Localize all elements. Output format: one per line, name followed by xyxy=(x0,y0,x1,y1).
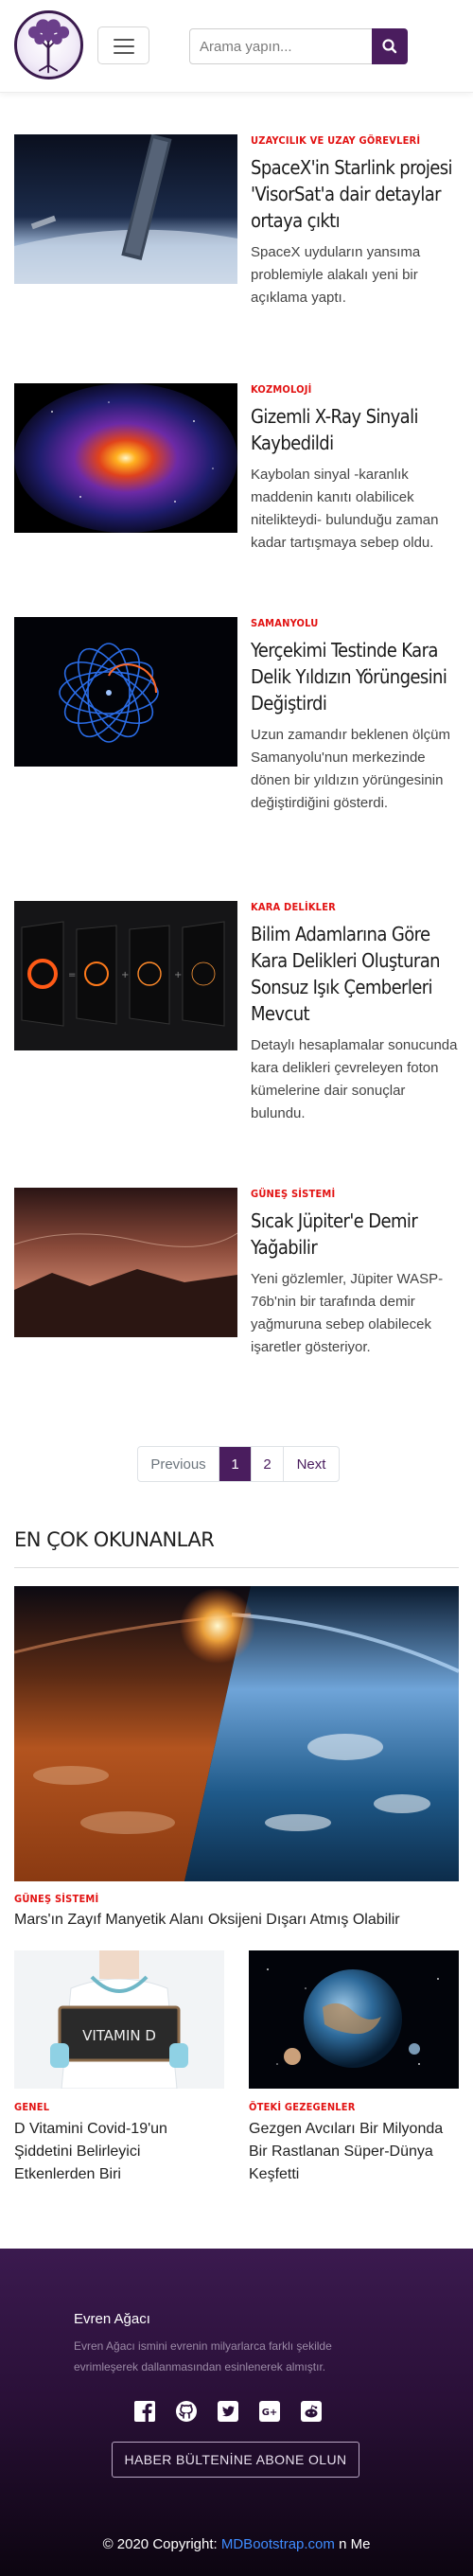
super-earth-image xyxy=(249,1950,459,2089)
copyright-prefix: © 2020 Copyright: xyxy=(102,2536,221,2552)
most-read-image[interactable] xyxy=(249,1950,459,2089)
svg-text:+: + xyxy=(121,970,129,980)
pagination-next[interactable]: Next xyxy=(284,1447,339,1481)
article-title[interactable]: Sıcak Jüpiter'e Demir Yağabilir xyxy=(251,1208,461,1261)
site-footer: Evren Ağacı Evren Ağacı ismini evrenin m… xyxy=(0,2249,473,2576)
xray-signal-image xyxy=(14,383,237,533)
most-read-card[interactable]: VITAMIN D GENEL D Vitamini Covid-19'un Ş… xyxy=(14,1950,224,2186)
svg-text:=: = xyxy=(68,970,76,980)
most-read-card[interactable]: ÖTEKİ GEZEGENLER Gezgen Avcıları Bir Mil… xyxy=(249,1950,459,2186)
article-title[interactable]: Gizemli X-Ray Sinyali Kaybedildi xyxy=(251,403,461,456)
footer-title: Evren Ağacı xyxy=(74,2311,150,2327)
starlink-satellite-image xyxy=(14,134,237,284)
article-category[interactable]: UZAYCILIK VE UZAY GÖREVLERİ xyxy=(251,134,461,147)
copyright-suffix: n Me xyxy=(334,2536,371,2552)
site-header xyxy=(0,0,473,93)
hot-jupiter-image xyxy=(14,1188,237,1337)
most-read-image[interactable]: VITAMIN D xyxy=(14,1950,224,2089)
article-description: Detaylı hesaplamalar sonucunda kara deli… xyxy=(251,1037,458,1121)
article-description: Yeni gözlemler, Jüpiter WASP-76b'nin bir… xyxy=(251,1271,444,1355)
menu-toggle-button[interactable] xyxy=(97,26,149,64)
black-hole-rings-image: = + + xyxy=(14,901,237,1050)
article-image[interactable] xyxy=(14,134,237,284)
star-orbit-image xyxy=(14,617,237,767)
social-links: G+ xyxy=(133,2400,323,2423)
pagination-previous[interactable]: Previous xyxy=(138,1447,219,1481)
mars-earth-image xyxy=(14,1586,459,1881)
most-read-category[interactable]: ÖTEKİ GEZEGENLER xyxy=(249,2101,459,2113)
article-title[interactable]: SpaceX'in Starlink projesi 'VisorSat'a d… xyxy=(251,154,461,234)
facebook-icon[interactable] xyxy=(133,2400,156,2423)
most-read-heading: EN ÇOK OKUNANLAR xyxy=(14,1528,215,1551)
most-read-title[interactable]: Gezgen Avcıları Bir Milyonda Bir Rastlan… xyxy=(249,2118,459,2186)
featured-article-category[interactable]: GÜNEŞ SİSTEMİ xyxy=(14,1893,98,1905)
article-description: Uzun zamandır beklenen ölçüm Samanyolu'n… xyxy=(251,727,450,811)
site-logo[interactable] xyxy=(14,10,83,79)
hamburger-line xyxy=(114,39,134,41)
article-description: Kaybolan sinyal -karanlık maddenin kanıt… xyxy=(251,467,439,551)
featured-article-title[interactable]: Mars'ın Zayıf Manyetik Alanı Oksijeni Dı… xyxy=(14,1912,400,1929)
article-image[interactable] xyxy=(14,1188,237,1337)
article-title[interactable]: Bilim Adamlarına Göre Kara Delikleri Olu… xyxy=(251,921,461,1027)
google-plus-icon[interactable]: G+ xyxy=(258,2400,281,2423)
footer-description: Evren Ağacı ismini evrenin milyarlarca f… xyxy=(74,2339,332,2373)
pagination-page-1[interactable]: 1 xyxy=(219,1447,252,1481)
article-category[interactable]: SAMANYOLU xyxy=(251,617,461,629)
newsletter-subscribe-button[interactable]: HABER BÜLTENİNE ABONE OLUN xyxy=(112,2442,359,2478)
article-description: SpaceX uyduların yansıma problemiyle ala… xyxy=(251,244,421,306)
github-icon[interactable] xyxy=(175,2400,198,2423)
featured-article-image[interactable] xyxy=(14,1586,459,1881)
svg-text:VITAMIN D: VITAMIN D xyxy=(82,2027,156,2044)
twitter-icon[interactable] xyxy=(217,2400,239,2423)
search-input[interactable] xyxy=(189,28,373,64)
tree-logo-icon xyxy=(27,19,70,74)
hamburger-line xyxy=(114,45,134,47)
article-category[interactable]: GÜNEŞ SİSTEMİ xyxy=(251,1188,461,1200)
article-image[interactable] xyxy=(14,617,237,767)
article-image[interactable] xyxy=(14,383,237,533)
pagination: Previous 1 2 Next xyxy=(137,1446,340,1482)
hamburger-line xyxy=(114,52,134,54)
copyright: © 2020 Copyright: MDBootstrap.com n Me xyxy=(0,2536,473,2552)
svg-text:G+: G+ xyxy=(262,2408,278,2418)
pagination-page-2[interactable]: 2 xyxy=(252,1447,284,1481)
article-image[interactable]: = + + xyxy=(14,901,237,1050)
section-divider xyxy=(14,1567,459,1568)
most-read-category[interactable]: GENEL xyxy=(14,2101,224,2113)
svg-text:+: + xyxy=(174,970,182,980)
article-category[interactable]: KARA DELİKLER xyxy=(251,901,461,913)
search-icon xyxy=(382,39,397,54)
article-category[interactable]: KOZMOLOJİ xyxy=(251,383,461,396)
copyright-link[interactable]: MDBootstrap.com xyxy=(221,2536,335,2552)
vitamin-d-image: VITAMIN D xyxy=(14,1950,224,2089)
most-read-title[interactable]: D Vitamini Covid-19'un Şiddetini Belirle… xyxy=(14,2118,224,2186)
article-title[interactable]: Yerçekimi Testinde Kara Delik Yıldızın Y… xyxy=(251,637,461,716)
search-button[interactable] xyxy=(372,28,408,64)
reddit-icon[interactable] xyxy=(300,2400,323,2423)
